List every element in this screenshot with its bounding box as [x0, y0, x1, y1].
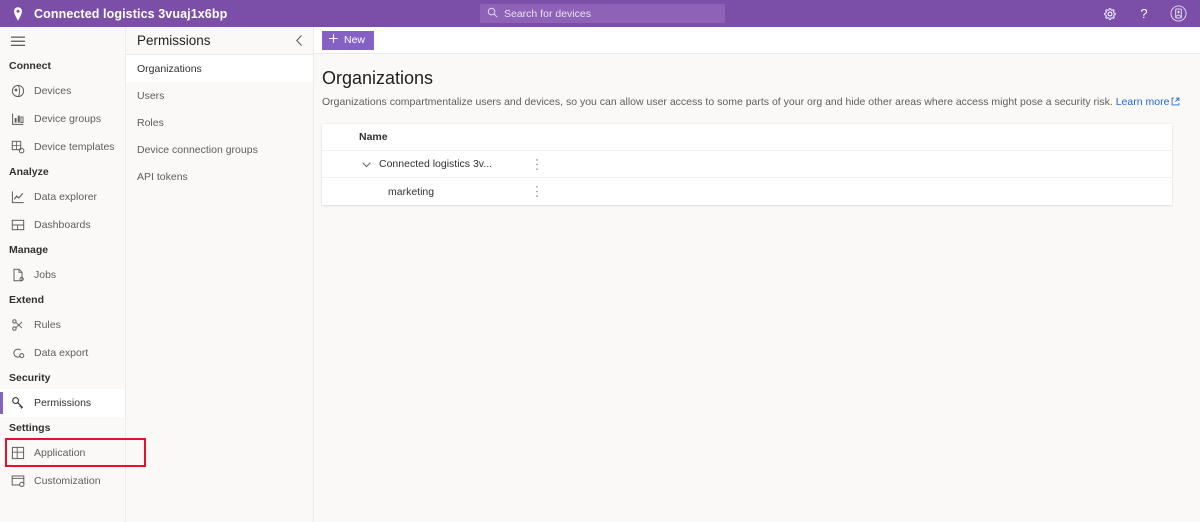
nav-section-manage: Manage	[9, 244, 49, 256]
plus-icon	[328, 33, 339, 47]
app-root: Connected logistics 3vuaj1x6bp ?	[0, 0, 1200, 522]
sidebar-item-label: Customization	[34, 475, 101, 487]
sidebar-item-label: Device templates	[34, 141, 115, 153]
new-button-label: New	[344, 34, 366, 46]
subnav-item-label: Roles	[137, 116, 164, 129]
chevron-down-icon[interactable]	[359, 157, 373, 171]
jobs-icon	[11, 268, 25, 282]
table-row[interactable]: Connected logistics 3v...	[322, 151, 1172, 178]
devices-icon	[11, 84, 25, 98]
subnav-title: Permissions	[137, 33, 211, 48]
body: Connect Devices Device groups Device tem…	[0, 27, 1200, 522]
page-description-text: Organizations compartmentalize users and…	[322, 96, 1113, 108]
app-title: Connected logistics 3vuaj1x6bp	[34, 6, 228, 21]
organizations-page: Organizations Organizations compartmenta…	[314, 54, 1200, 522]
sidebar-item-label: Dashboards	[34, 219, 91, 231]
dashboards-icon	[11, 218, 25, 232]
learn-more-link[interactable]: Learn more	[1116, 96, 1170, 108]
sidebar-item-devices[interactable]: Devices	[0, 77, 125, 105]
device-templates-icon	[11, 140, 25, 154]
subnav-item-label: Organizations	[137, 62, 202, 75]
sidebar-item-application[interactable]: Application	[0, 439, 125, 467]
search-icon	[487, 5, 498, 23]
data-explorer-icon	[11, 190, 25, 204]
nav-section-connect: Connect	[9, 60, 51, 72]
main-content: New Organizations Organizations compartm…	[314, 27, 1200, 522]
gear-icon[interactable]	[1101, 5, 1119, 23]
sidebar-item-label: Device groups	[34, 113, 102, 125]
help-icon[interactable]: ?	[1135, 5, 1153, 23]
subnav-item-organizations[interactable]: Organizations	[126, 55, 313, 82]
new-button[interactable]: New	[322, 30, 375, 50]
table-cell-name: marketing	[388, 185, 435, 198]
permissions-key-icon	[11, 396, 25, 410]
sidebar-item-data-export[interactable]: Data export	[0, 339, 125, 367]
application-icon	[11, 446, 25, 460]
svg-text:?: ?	[1140, 6, 1147, 21]
subnav-item-label: API tokens	[137, 170, 188, 183]
sidebar-item-data-explorer[interactable]: Data explorer	[0, 183, 125, 211]
more-vertical-icon[interactable]	[530, 157, 544, 171]
more-vertical-icon[interactable]	[530, 185, 544, 199]
top-bar-brand[interactable]: Connected logistics 3vuaj1x6bp	[0, 6, 227, 22]
hamburger-menu-icon[interactable]	[0, 27, 125, 55]
nav-section-extend: Extend	[9, 294, 45, 306]
subnav-item-device-connection-groups[interactable]: Device connection groups	[126, 136, 313, 163]
sidebar-item-rules[interactable]: Rules	[0, 311, 125, 339]
permissions-subnav: Permissions Organizations Users Roles De…	[126, 27, 314, 522]
sidebar-item-dashboards[interactable]: Dashboards	[0, 211, 125, 239]
subnav-item-label: Device connection groups	[137, 143, 258, 156]
command-bar: New	[314, 27, 1200, 54]
chevron-left-icon[interactable]	[295, 34, 304, 47]
subnav-item-roles[interactable]: Roles	[126, 109, 313, 136]
sidebar-item-label: Data export	[34, 347, 89, 359]
page-description: Organizations compartmentalize users and…	[322, 95, 1183, 110]
organizations-table: Name Connected logistics 3v... marketing	[322, 124, 1172, 205]
customization-icon	[11, 474, 25, 488]
account-avatar-icon[interactable]	[1169, 5, 1187, 23]
location-pin-icon	[11, 6, 25, 22]
subnav-item-label: Users	[137, 89, 165, 102]
sidebar-item-label: Jobs	[34, 269, 57, 281]
nav-section-settings: Settings	[9, 422, 51, 434]
sidebar-item-jobs[interactable]: Jobs	[0, 261, 125, 289]
table-header-row: Name	[322, 124, 1172, 151]
sidebar-item-device-groups[interactable]: Device groups	[0, 105, 125, 133]
top-bar: Connected logistics 3vuaj1x6bp ?	[0, 0, 1200, 27]
sidebar-item-label: Data explorer	[34, 191, 98, 203]
rules-icon	[11, 318, 25, 332]
column-header-name: Name	[359, 131, 388, 143]
device-groups-icon	[11, 112, 25, 126]
sidebar-item-permissions[interactable]: Permissions	[0, 389, 125, 417]
sidebar-item-customization[interactable]: Customization	[0, 467, 125, 495]
top-bar-actions: ?	[1101, 5, 1200, 23]
data-export-icon	[11, 346, 25, 360]
nav-section-analyze: Analyze	[9, 166, 49, 178]
external-link-icon[interactable]	[1171, 96, 1180, 110]
table-row[interactable]: marketing	[322, 178, 1172, 205]
subnav-header: Permissions	[126, 27, 313, 55]
left-navigation: Connect Devices Device groups Device tem…	[0, 27, 146, 522]
sidebar-item-label: Application	[34, 447, 86, 459]
sidebar-item-label: Devices	[34, 85, 72, 97]
search-box[interactable]	[480, 4, 725, 23]
subnav-item-users[interactable]: Users	[126, 82, 313, 109]
sidebar-item-label: Permissions	[34, 397, 92, 409]
table-cell-name: Connected logistics 3v...	[379, 158, 493, 170]
sidebar-item-device-templates[interactable]: Device templates	[0, 133, 125, 161]
search-input[interactable]	[504, 7, 718, 20]
subnav-item-api-tokens[interactable]: API tokens	[126, 163, 313, 190]
sidebar-item-label: Rules	[34, 319, 61, 331]
page-title: Organizations	[322, 68, 434, 88]
nav-section-security: Security	[9, 372, 51, 384]
